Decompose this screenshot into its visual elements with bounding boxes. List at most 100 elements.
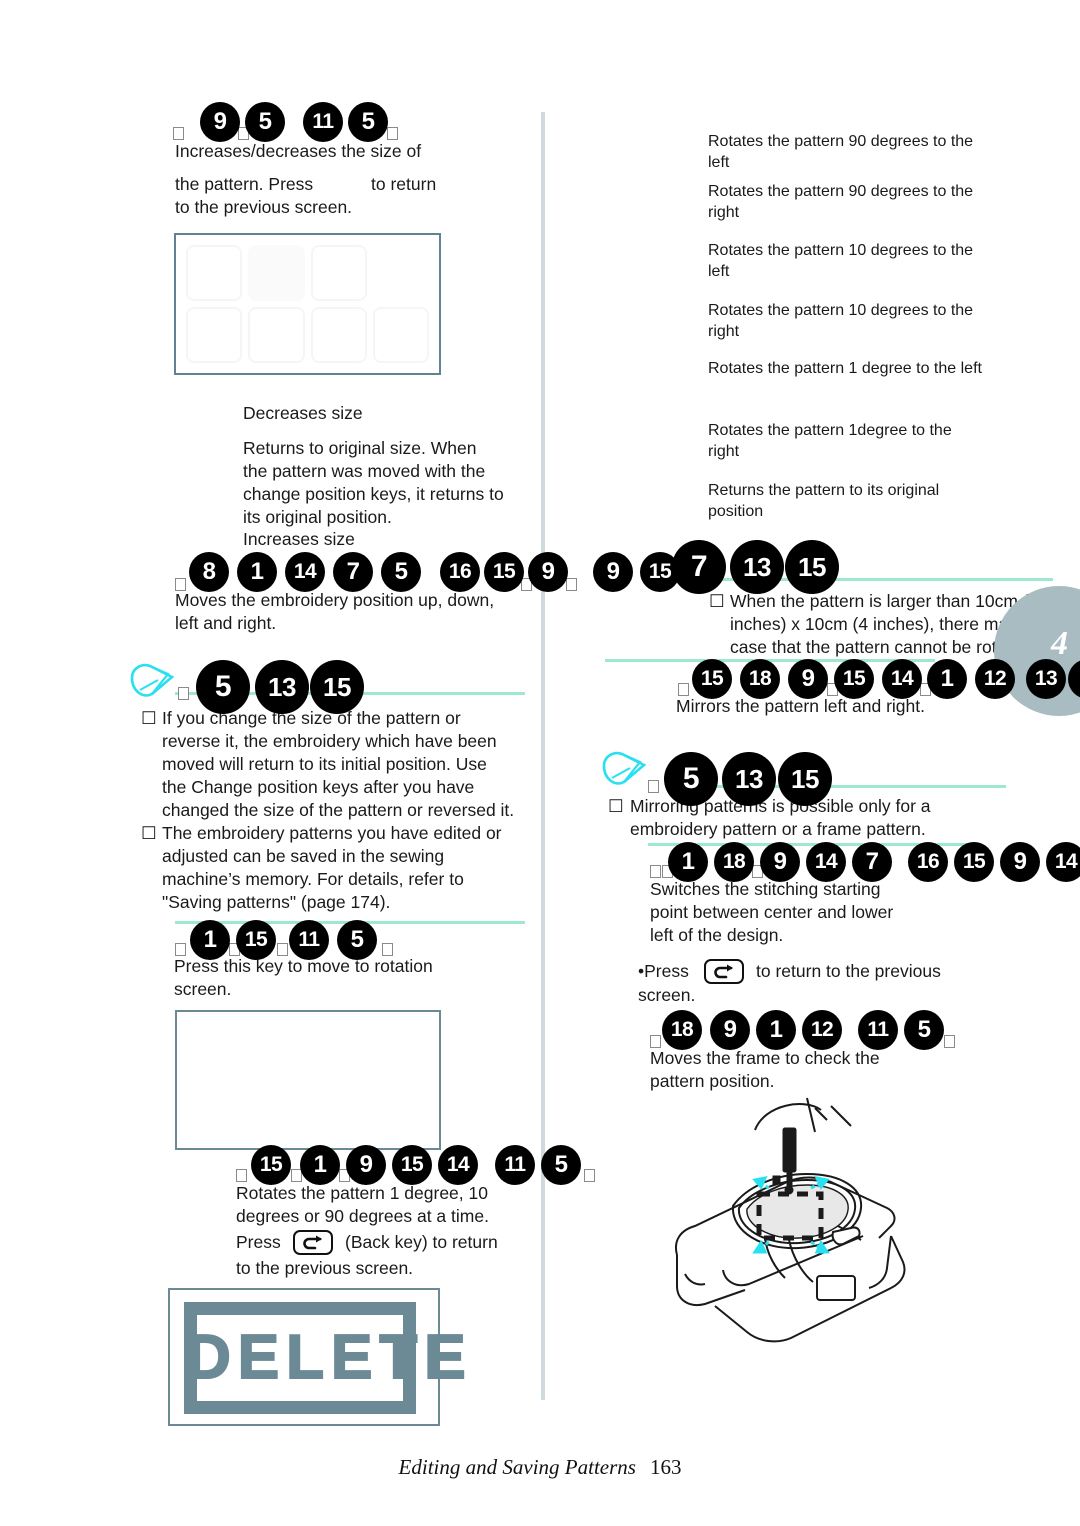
badge-ref[interactable]: 5 <box>381 552 421 592</box>
glyph-box <box>944 1035 955 1048</box>
memo-bullet-2: The embroidery patterns you have edited … <box>162 823 502 912</box>
badge-ref[interactable]: 9 <box>760 842 800 882</box>
badge-ref[interactable]: 11 <box>303 102 343 142</box>
badge-ref[interactable]: 12 <box>975 659 1015 699</box>
embroidery-unit-illustration <box>655 1090 1015 1355</box>
size-body-line3: to the previous screen. <box>175 197 353 217</box>
badge-ref[interactable]: 7 <box>672 540 726 594</box>
badge-ref[interactable]: 1 <box>237 552 277 592</box>
badge-ref[interactable]: 1 <box>756 1010 796 1050</box>
badge-ref[interactable]: 18 <box>662 1010 702 1050</box>
size-body-press: the pattern. Press <box>175 174 314 194</box>
badge-ref[interactable]: 1 <box>300 1145 340 1185</box>
badge-ref[interactable]: 5 <box>348 102 388 142</box>
footer-title: Editing and Saving Patterns <box>398 1455 636 1479</box>
glyph-box <box>648 780 659 793</box>
badge-ref[interactable]: 14 <box>882 659 922 699</box>
badge-ref[interactable]: 15 <box>236 920 276 960</box>
badge-ref[interactable]: 13 <box>722 752 776 806</box>
lcd-key-grid <box>186 245 429 363</box>
badge-ref[interactable]: 14 <box>285 552 325 592</box>
memo-bullet-marker: ☐ <box>141 708 157 728</box>
memo-mirror-marker: ☐ <box>608 796 624 816</box>
glyph-box <box>382 943 393 956</box>
glyph-box <box>650 865 661 878</box>
label-reset-size: Returns to original size. When the patte… <box>243 438 504 527</box>
glyph-box <box>584 1169 595 1182</box>
badge-ref[interactable]: 15 <box>251 1145 291 1185</box>
badge-ref[interactable]: 15 <box>785 540 839 594</box>
badge-ref[interactable]: 5 <box>541 1145 581 1185</box>
badge-ref[interactable]: 13 <box>1026 659 1066 699</box>
memo-pencil-icon <box>128 660 176 707</box>
badge-ref[interactable]: 15 <box>954 842 994 882</box>
glyph-box <box>173 127 184 140</box>
badge-ref[interactable]: 12 <box>802 1010 842 1050</box>
column-divider <box>541 112 545 1400</box>
badge-ref[interactable]: 9 <box>593 552 633 592</box>
badge-ref[interactable]: 9 <box>788 659 828 699</box>
rotate-desc-4: Rotates the pattern 1 degree to the left <box>708 360 982 377</box>
badge-ref[interactable]: 5 <box>664 752 718 806</box>
badge-ref[interactable]: 15 <box>310 660 364 714</box>
lcd-key <box>310 245 367 301</box>
rotate-press-prefix: Press <box>236 1232 281 1252</box>
badge-ref[interactable]: 15 <box>484 552 524 592</box>
mirror-body: Mirrors the pattern left and right. <box>676 696 925 716</box>
rotate-press-line2: to the previous screen. <box>236 1258 414 1278</box>
badge-ref[interactable]: 14 <box>806 842 846 882</box>
badge-ref[interactable]: 1 <box>927 659 967 699</box>
badge-ref[interactable]: 7 <box>333 552 373 592</box>
badge-ref[interactable]: 11 <box>495 1145 535 1185</box>
badge-ref[interactable]: 18 <box>714 842 754 882</box>
badge-ref[interactable]: 16 <box>440 552 480 592</box>
badge-ref[interactable]: 15 <box>834 659 874 699</box>
back-key-icon[interactable] <box>704 959 744 984</box>
badge-ref[interactable]: 11 <box>858 1010 898 1050</box>
badge-ref[interactable]: 5 <box>196 660 250 714</box>
lcd-key <box>248 307 305 363</box>
glyph-box <box>175 578 186 591</box>
badge-ref[interactable]: 15 <box>778 752 832 806</box>
lcd-key <box>248 245 304 301</box>
badge-ref[interactable]: 14 <box>1046 842 1080 882</box>
badge-ref[interactable]: 13 <box>730 540 784 594</box>
label-decrease-size: Decreases size <box>243 403 363 423</box>
rotate-desc-6: Returns the pattern to its original posi… <box>708 482 940 520</box>
badge-ref[interactable]: 11 <box>289 920 329 960</box>
frame-move-body: Moves the frame to check the pattern pos… <box>650 1048 880 1091</box>
back-key-icon[interactable] <box>293 1230 333 1255</box>
badge-ref[interactable]: 9 <box>1000 842 1040 882</box>
rotate-body: Rotates the pattern 1 degree, 10 degrees… <box>236 1183 489 1226</box>
glyph-box <box>650 1035 661 1048</box>
badge-ref[interactable]: 15 <box>392 1145 432 1185</box>
badge-ref[interactable]: 13 <box>255 660 309 714</box>
badge-ref[interactable]: 14 <box>438 1145 478 1185</box>
lcd-key <box>186 245 243 301</box>
move-body: Moves the embroidery position up, down, … <box>175 590 495 633</box>
badge-ref[interactable]: 1 <box>190 920 230 960</box>
badge-ref[interactable]: 5 <box>245 102 285 142</box>
badge-ref[interactable]: 9 <box>528 552 568 592</box>
badge-ref[interactable]: 1 <box>668 842 708 882</box>
rotate-desc-1: Rotates the pattern 90 degrees to the ri… <box>708 183 974 221</box>
stitch-start-body: Switches the stitching starting point be… <box>650 879 894 945</box>
badge-ref[interactable]: 16 <box>908 842 948 882</box>
rotate-press-suffix: (Back key) to return <box>345 1232 498 1252</box>
badge-ref[interactable]: 9 <box>710 1010 750 1050</box>
badge-ref[interactable]: 8 <box>189 552 229 592</box>
rotate-desc-3: Rotates the pattern 10 degrees to the ri… <box>708 302 974 340</box>
badge-ref[interactable]: 5 <box>904 1010 944 1050</box>
glyph-box <box>387 127 398 140</box>
label-increase-size: Increases size <box>243 529 355 549</box>
badge-ref[interactable]: 9 <box>200 102 240 142</box>
footer-page-number: 163 <box>649 1455 682 1479</box>
badge-ref[interactable]: 7 <box>852 842 892 882</box>
badge-ref[interactable]: 5 <box>337 920 377 960</box>
badge-ref[interactable]: 9 <box>346 1145 386 1185</box>
rotate-desc-0: Rotates the pattern 90 degrees to the le… <box>708 133 974 171</box>
badge-ref[interactable]: 18 <box>740 659 780 699</box>
lcd-key <box>186 307 243 363</box>
badge-ref[interactable]: 15 <box>692 659 732 699</box>
size-body-return: to return <box>371 174 437 194</box>
